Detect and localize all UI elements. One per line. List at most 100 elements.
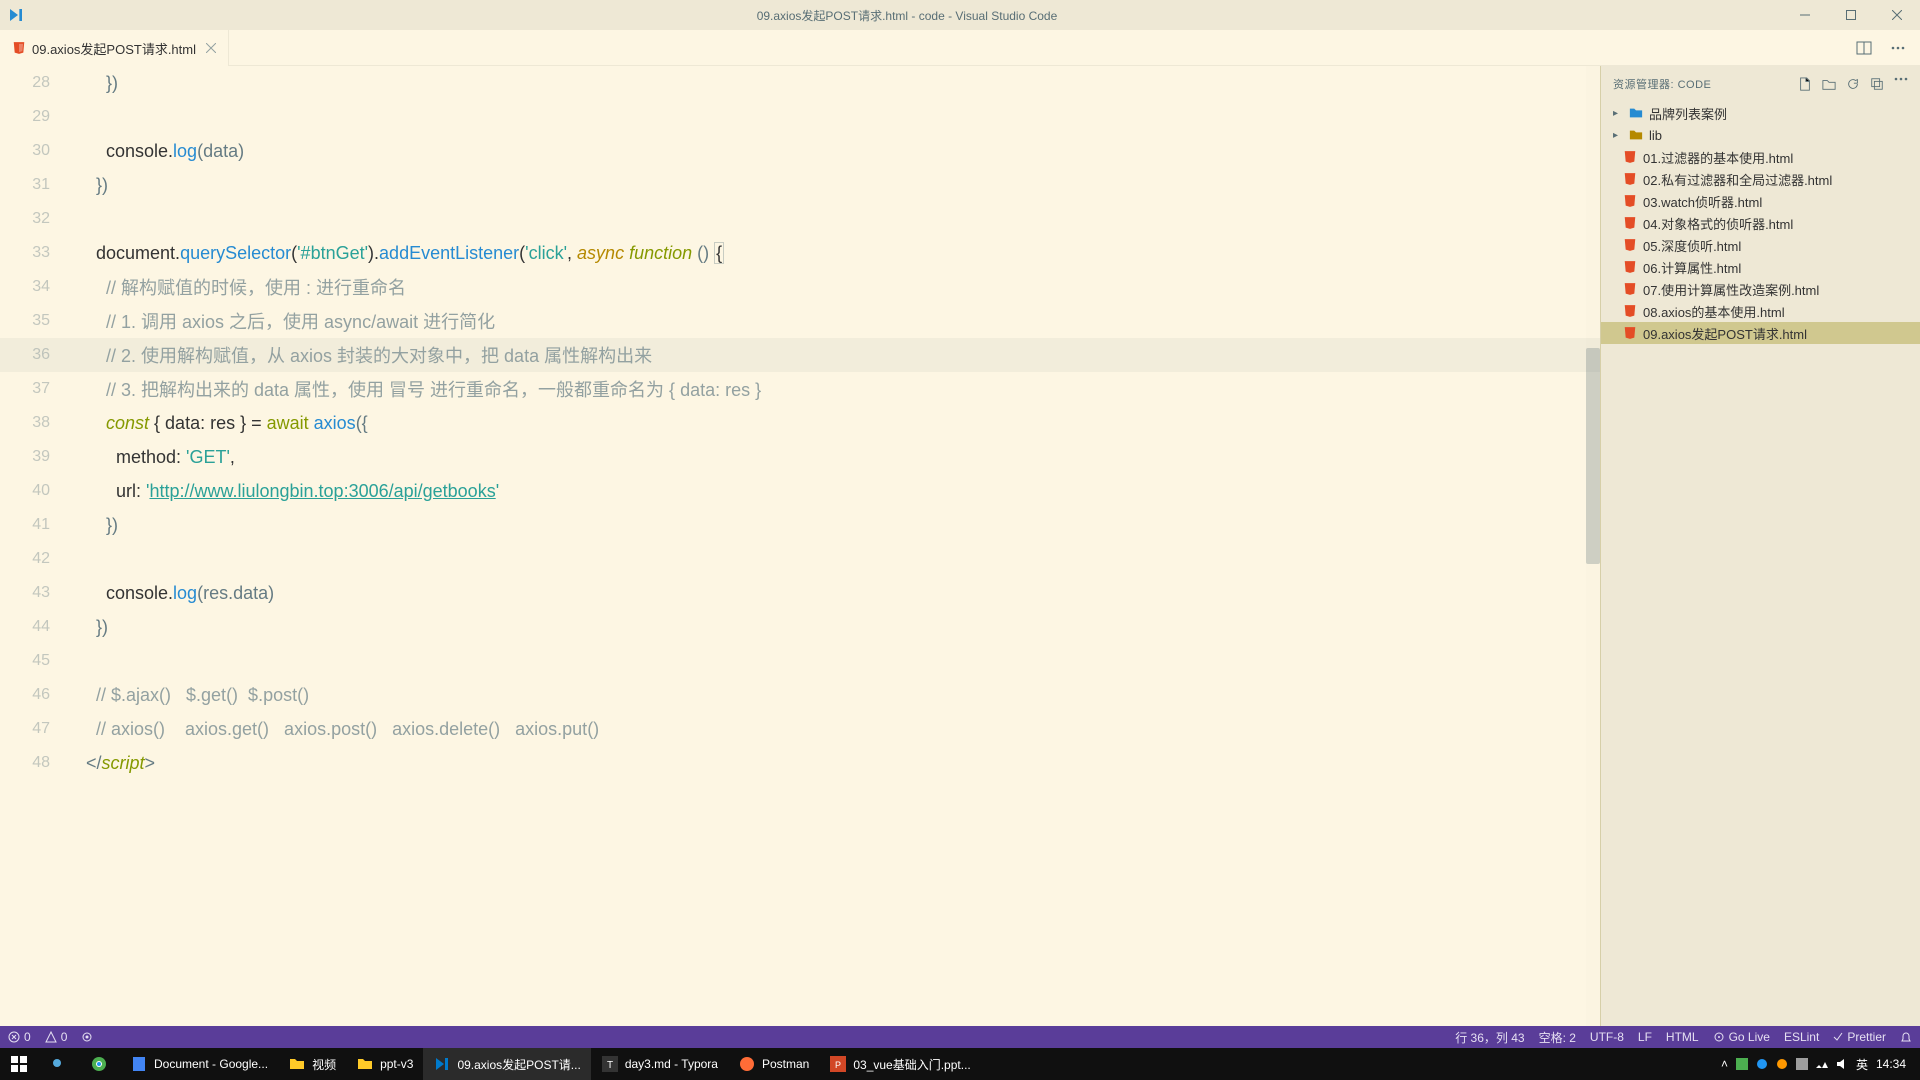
- code-line[interactable]: 34 // 解构赋值的时候，使用 : 进行重命名: [0, 270, 1600, 304]
- split-editor-icon[interactable]: [1856, 40, 1872, 56]
- tab-current-file[interactable]: 09.axios发起POST请求.html: [0, 30, 229, 66]
- taskbar-label: Postman: [762, 1057, 809, 1071]
- code-line[interactable]: 32: [0, 202, 1600, 236]
- line-number: 37: [0, 380, 72, 398]
- taskbar-item[interactable]: Document - Google...: [120, 1048, 278, 1080]
- taskbar-item[interactable]: Tday3.md - Typora: [591, 1048, 728, 1080]
- code-line[interactable]: 33 document.querySelector('#btnGet').add…: [0, 236, 1600, 270]
- file-item[interactable]: 09.axios发起POST请求.html: [1601, 322, 1920, 344]
- folder-item[interactable]: ▸lib: [1601, 124, 1920, 146]
- taskbar-label: 03_vue基础入门.ppt...: [853, 1056, 970, 1073]
- ime-status[interactable]: 英: [1856, 1056, 1868, 1073]
- tray-icon[interactable]: [1776, 1058, 1788, 1070]
- new-file-icon[interactable]: [1798, 77, 1812, 91]
- postman-icon: [738, 1055, 756, 1073]
- chevron-up-icon[interactable]: ˄: [1721, 1057, 1728, 1071]
- code-editor[interactable]: 28 }) 29 30 console.log(data)31 }) 32 33 doc…: [0, 66, 1600, 1026]
- code-line[interactable]: 31 }): [0, 168, 1600, 202]
- line-number: 35: [0, 312, 72, 330]
- more-icon[interactable]: [1894, 77, 1908, 91]
- taskbar-item[interactable]: [40, 1048, 80, 1080]
- system-tray[interactable]: ˄ 英 14:34: [1721, 1056, 1920, 1073]
- ports-status[interactable]: [81, 1031, 93, 1043]
- window-title: 09.axios发起POST请求.html - code - Visual St…: [32, 7, 1782, 24]
- tray-icon[interactable]: [1796, 1058, 1808, 1070]
- minimize-button[interactable]: [1782, 0, 1828, 30]
- code-line[interactable]: 43 console.log(res.data): [0, 576, 1600, 610]
- golive-status[interactable]: Go Live: [1713, 1030, 1770, 1044]
- spaces-status[interactable]: 空格: 2: [1539, 1029, 1576, 1046]
- prettier-status[interactable]: Prettier: [1833, 1030, 1886, 1044]
- file-item[interactable]: 06.计算属性.html: [1601, 256, 1920, 278]
- encoding-status[interactable]: UTF-8: [1590, 1030, 1624, 1044]
- code-line[interactable]: 40 url: 'http://www.liulongbin.top:3006/…: [0, 474, 1600, 508]
- line-number: 39: [0, 448, 72, 466]
- taskbar-item[interactable]: [80, 1048, 120, 1080]
- errors-status[interactable]: 0: [8, 1030, 31, 1044]
- close-button[interactable]: [1874, 0, 1920, 30]
- code-line[interactable]: 44 }): [0, 610, 1600, 644]
- taskbar-label: day3.md - Typora: [625, 1057, 718, 1071]
- taskbar-item[interactable]: ppt-v3: [346, 1048, 423, 1080]
- tray-icon[interactable]: [1736, 1058, 1748, 1070]
- refresh-icon[interactable]: [1846, 77, 1860, 91]
- folder-item[interactable]: ▸品牌列表案例: [1601, 102, 1920, 124]
- file-item[interactable]: 08.axios的基本使用.html: [1601, 300, 1920, 322]
- taskbar-item[interactable]: 09.axios发起POST请...: [423, 1048, 590, 1080]
- collapse-all-icon[interactable]: [1870, 77, 1884, 91]
- code-line[interactable]: 47 // axios() axios.get() axios.post() a…: [0, 712, 1600, 746]
- file-item[interactable]: 01.过滤器的基本使用.html: [1601, 146, 1920, 168]
- lang-status[interactable]: HTML: [1666, 1030, 1699, 1044]
- code-line[interactable]: 36 // 2. 使用解构赋值，从 axios 封装的大对象中，把 data 属…: [0, 338, 1600, 372]
- code-line[interactable]: 29: [0, 100, 1600, 134]
- doc-icon: [130, 1055, 148, 1073]
- notifications-icon[interactable]: [1900, 1031, 1912, 1043]
- file-item[interactable]: 02.私有过滤器和全局过滤器.html: [1601, 168, 1920, 190]
- status-bar: 0 0 行 36，列 43 空格: 2 UTF-8 LF HTML Go Liv…: [0, 1026, 1920, 1048]
- eol-status[interactable]: LF: [1638, 1030, 1652, 1044]
- file-item[interactable]: 03.watch侦听器.html: [1601, 190, 1920, 212]
- line-number: 32: [0, 210, 72, 228]
- line-number: 28: [0, 74, 72, 92]
- code-line[interactable]: 35 // 1. 调用 axios 之后，使用 async/await 进行简化: [0, 304, 1600, 338]
- volume-icon[interactable]: [1836, 1058, 1848, 1070]
- file-label: 02.私有过滤器和全局过滤器.html: [1643, 170, 1832, 189]
- code-line[interactable]: 28 }): [0, 66, 1600, 100]
- eslint-status[interactable]: ESLint: [1784, 1030, 1819, 1044]
- taskbar-item[interactable]: [0, 1048, 40, 1080]
- taskbar-label: 09.axios发起POST请...: [457, 1056, 580, 1073]
- code-line[interactable]: 37 // 3. 把解构出来的 data 属性，使用 冒号 进行重命名，一般都重…: [0, 372, 1600, 406]
- file-item[interactable]: 07.使用计算属性改造案例.html: [1601, 278, 1920, 300]
- line-col-status[interactable]: 行 36，列 43: [1455, 1029, 1524, 1046]
- code-line[interactable]: 39 method: 'GET',: [0, 440, 1600, 474]
- taskbar-item[interactable]: 视频: [278, 1048, 346, 1080]
- clock[interactable]: 14:34: [1876, 1057, 1906, 1071]
- code-line[interactable]: 45: [0, 644, 1600, 678]
- line-number: 44: [0, 618, 72, 636]
- tray-icon[interactable]: [1756, 1058, 1768, 1070]
- code-line[interactable]: 38 const { data: res } = await axios({: [0, 406, 1600, 440]
- tray-icon[interactable]: [1816, 1058, 1828, 1070]
- search-icon: [50, 1055, 68, 1073]
- warnings-status[interactable]: 0: [45, 1030, 68, 1044]
- code-line[interactable]: 46 // $.ajax() $.get() $.post(): [0, 678, 1600, 712]
- taskbar-item[interactable]: P03_vue基础入门.ppt...: [819, 1048, 980, 1080]
- code-line[interactable]: 41 }): [0, 508, 1600, 542]
- code-line[interactable]: 48</script>: [0, 746, 1600, 780]
- file-item[interactable]: 04.对象格式的侦听器.html: [1601, 212, 1920, 234]
- html5-icon: [1623, 304, 1639, 318]
- line-number: 31: [0, 176, 72, 194]
- file-tree[interactable]: ▸品牌列表案例▸lib01.过滤器的基本使用.html 02.私有过滤器和全局过滤…: [1601, 102, 1920, 1026]
- file-item[interactable]: 05.深度侦听.html: [1601, 234, 1920, 256]
- file-label: 04.对象格式的侦听器.html: [1643, 214, 1793, 233]
- close-icon[interactable]: [206, 43, 216, 53]
- code-line[interactable]: 30 console.log(data): [0, 134, 1600, 168]
- line-number: 29: [0, 108, 72, 126]
- maximize-button[interactable]: [1828, 0, 1874, 30]
- more-actions-icon[interactable]: [1890, 40, 1906, 56]
- new-folder-icon[interactable]: [1822, 77, 1836, 91]
- folder-icon: [356, 1055, 374, 1073]
- code-line[interactable]: 42: [0, 542, 1600, 576]
- editor-scrollbar[interactable]: [1586, 66, 1600, 1026]
- taskbar-item[interactable]: Postman: [728, 1048, 819, 1080]
